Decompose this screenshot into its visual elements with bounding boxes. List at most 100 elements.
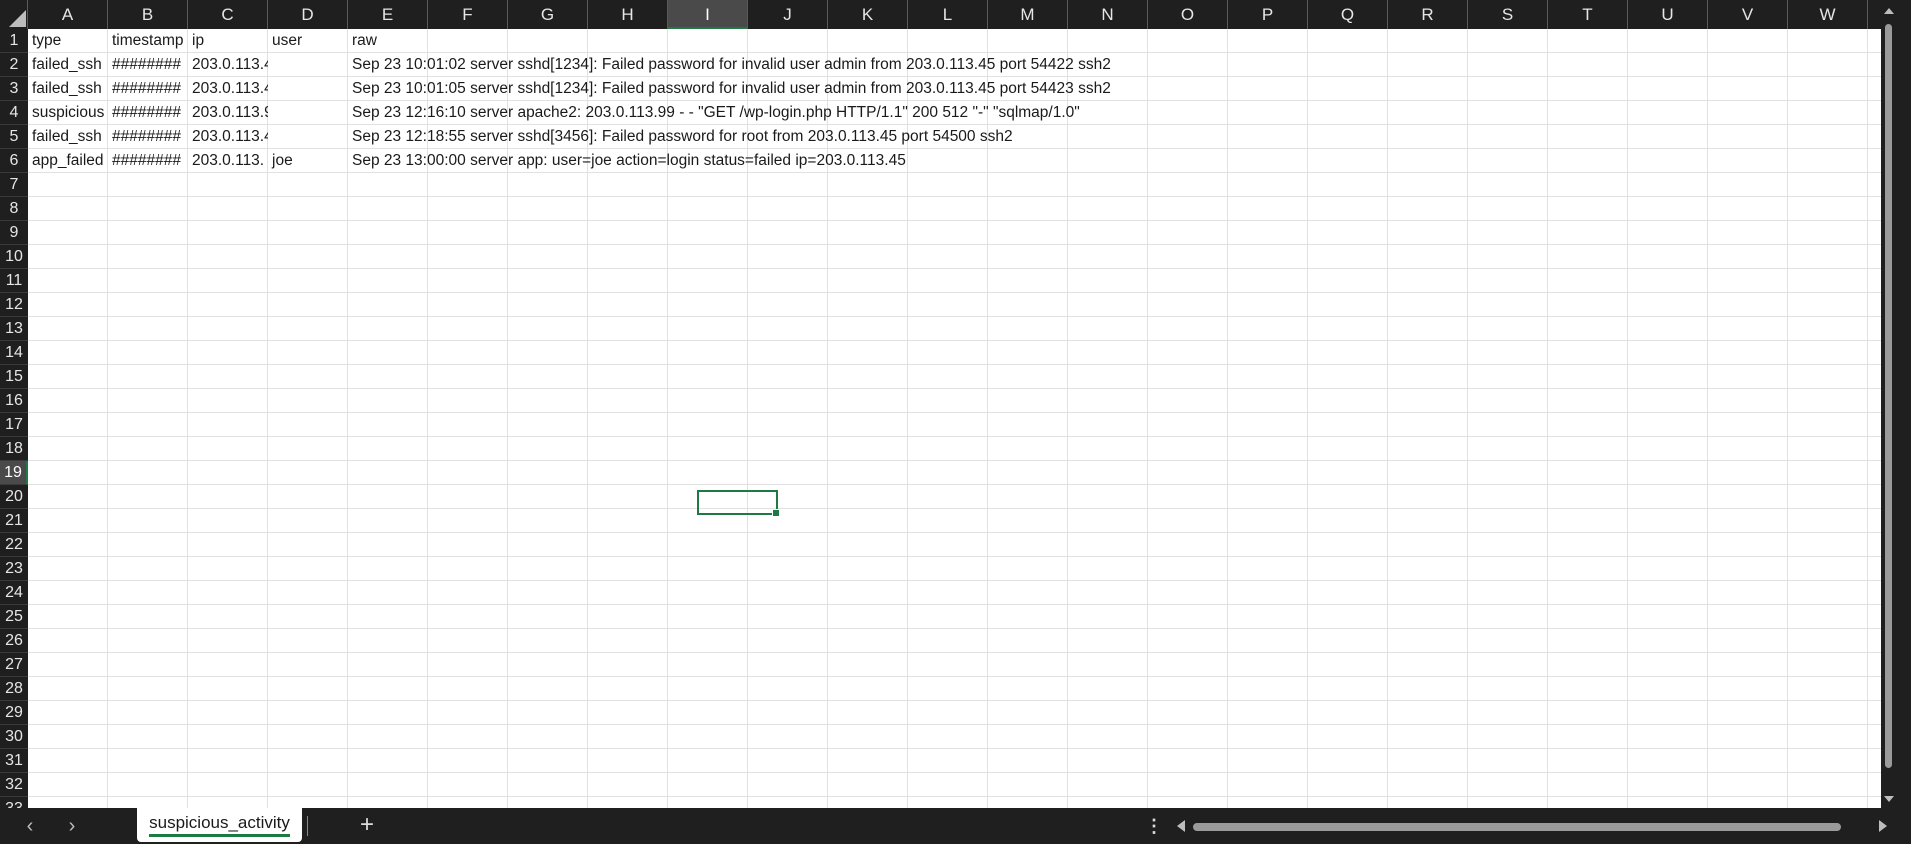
row-header-9[interactable]: 9 <box>0 221 28 245</box>
row-header-24[interactable]: 24 <box>0 581 28 605</box>
column-title-cell[interactable]: ip <box>188 29 268 53</box>
row-header-3[interactable]: 3 <box>0 77 28 101</box>
column-header-u[interactable]: U <box>1628 0 1708 29</box>
table-cell[interactable]: app_failed <box>28 149 108 173</box>
column-header-m[interactable]: M <box>988 0 1068 29</box>
row-header-30[interactable]: 30 <box>0 725 28 749</box>
row-header-8[interactable]: 8 <box>0 197 28 221</box>
column-header-s[interactable]: S <box>1468 0 1548 29</box>
row-header-17[interactable]: 17 <box>0 413 28 437</box>
column-header-v[interactable]: V <box>1708 0 1788 29</box>
row-header-23[interactable]: 23 <box>0 557 28 581</box>
row-header-31[interactable]: 31 <box>0 749 28 773</box>
row-header-4[interactable]: 4 <box>0 101 28 125</box>
vertical-scroll-thumb[interactable] <box>1885 24 1892 768</box>
row-header-32[interactable]: 32 <box>0 773 28 797</box>
horizontal-scroll-thumb[interactable] <box>1193 823 1841 831</box>
column-header-f[interactable]: F <box>428 0 508 29</box>
table-cell[interactable]: Sep 23 13:00:00 server app: user=joe act… <box>348 149 906 173</box>
scroll-down-icon[interactable] <box>1884 796 1894 802</box>
prev-sheet-icon[interactable]: ‹ <box>18 814 42 838</box>
scroll-up-icon[interactable] <box>1884 8 1894 14</box>
column-header-j[interactable]: J <box>748 0 828 29</box>
more-options-icon[interactable]: ⋮ <box>1145 814 1163 838</box>
table-cell[interactable]: ######## <box>108 53 188 77</box>
column-header-h[interactable]: H <box>588 0 668 29</box>
fill-handle[interactable] <box>772 509 780 517</box>
table-cell[interactable]: Sep 23 12:16:10 server apache2: 203.0.11… <box>348 101 1080 125</box>
table-cell[interactable] <box>268 53 348 77</box>
column-header-p[interactable]: P <box>1228 0 1308 29</box>
table-cell[interactable]: ######## <box>108 77 188 101</box>
column-header-b[interactable]: B <box>108 0 188 29</box>
table-cell[interactable]: 203.0.113.45 <box>188 125 268 149</box>
column-title-cell[interactable]: timestamp <box>108 29 188 53</box>
add-sheet-button[interactable]: + <box>355 813 379 837</box>
scroll-left-icon[interactable] <box>1177 820 1185 832</box>
row-header-14[interactable]: 14 <box>0 341 28 365</box>
column-header-d[interactable]: D <box>268 0 348 29</box>
row-header-19[interactable]: 19 <box>0 461 28 485</box>
row-header-6[interactable]: 6 <box>0 149 28 173</box>
column-title-cell[interactable]: type <box>28 29 108 53</box>
next-sheet-icon[interactable]: › <box>60 814 84 838</box>
row-header-2[interactable]: 2 <box>0 53 28 77</box>
table-cell[interactable]: failed_ssh <box>28 125 108 149</box>
column-header-t[interactable]: T <box>1548 0 1628 29</box>
row-header-13[interactable]: 13 <box>0 317 28 341</box>
row-header-7[interactable]: 7 <box>0 173 28 197</box>
row-header-26[interactable]: 26 <box>0 629 28 653</box>
table-cell[interactable]: 203.0.113.45 <box>188 77 268 101</box>
table-cell[interactable] <box>268 101 348 125</box>
table-cell[interactable]: 203.0.113.45 <box>188 53 268 77</box>
column-header-a[interactable]: A <box>28 0 108 29</box>
column-header-l[interactable]: L <box>908 0 988 29</box>
column-header-g[interactable]: G <box>508 0 588 29</box>
table-cell[interactable] <box>268 125 348 149</box>
select-all-corner[interactable] <box>0 0 28 29</box>
column-header-o[interactable]: O <box>1148 0 1228 29</box>
tab-suspicious-activity[interactable]: suspicious_activity <box>137 808 302 842</box>
table-cell[interactable]: 203.0.113. <box>188 149 268 173</box>
table-cell[interactable]: failed_ssh <box>28 77 108 101</box>
row-header-28[interactable]: 28 <box>0 677 28 701</box>
column-header-r[interactable]: R <box>1388 0 1468 29</box>
vertical-scrollbar[interactable] <box>1881 0 1896 808</box>
row-header-22[interactable]: 22 <box>0 533 28 557</box>
column-header-i[interactable]: I <box>668 0 748 29</box>
row-header-1[interactable]: 1 <box>0 29 28 53</box>
row-header-18[interactable]: 18 <box>0 437 28 461</box>
cell-grid[interactable]: type timestamp ip user raw failed_ssh ########… <box>28 29 1896 808</box>
table-cell[interactable]: ######## <box>108 149 188 173</box>
row-header-12[interactable]: 12 <box>0 293 28 317</box>
table-cell[interactable]: joe <box>268 149 348 173</box>
row-header-21[interactable]: 21 <box>0 509 28 533</box>
column-header-q[interactable]: Q <box>1308 0 1388 29</box>
scroll-right-icon[interactable] <box>1879 820 1887 832</box>
row-header-16[interactable]: 16 <box>0 389 28 413</box>
table-cell[interactable]: ######## <box>108 125 188 149</box>
table-cell[interactable]: Sep 23 12:18:55 server sshd[3456]: Faile… <box>348 125 1013 149</box>
table-cell[interactable]: Sep 23 10:01:02 server sshd[1234]: Faile… <box>348 53 1111 77</box>
table-cell[interactable] <box>268 77 348 101</box>
active-cell-selection[interactable] <box>697 490 780 517</box>
table-cell[interactable]: 203.0.113.99 <box>188 101 268 125</box>
row-header-25[interactable]: 25 <box>0 605 28 629</box>
column-header-n[interactable]: N <box>1068 0 1148 29</box>
row-header-5[interactable]: 5 <box>0 125 28 149</box>
table-cell[interactable]: failed_ssh <box>28 53 108 77</box>
column-header-k[interactable]: K <box>828 0 908 29</box>
row-header-33[interactable]: 33 <box>0 797 28 808</box>
row-header-27[interactable]: 27 <box>0 653 28 677</box>
table-cell[interactable]: suspicious <box>28 101 108 125</box>
row-header-11[interactable]: 11 <box>0 269 28 293</box>
row-header-10[interactable]: 10 <box>0 245 28 269</box>
column-header-w[interactable]: W <box>1788 0 1868 29</box>
column-title-cell[interactable]: user <box>268 29 348 53</box>
table-cell[interactable]: Sep 23 10:01:05 server sshd[1234]: Faile… <box>348 77 1111 101</box>
table-cell[interactable]: ######## <box>108 101 188 125</box>
column-header-e[interactable]: E <box>348 0 428 29</box>
column-header-c[interactable]: C <box>188 0 268 29</box>
row-header-20[interactable]: 20 <box>0 485 28 509</box>
column-title-cell[interactable]: raw <box>348 29 428 53</box>
